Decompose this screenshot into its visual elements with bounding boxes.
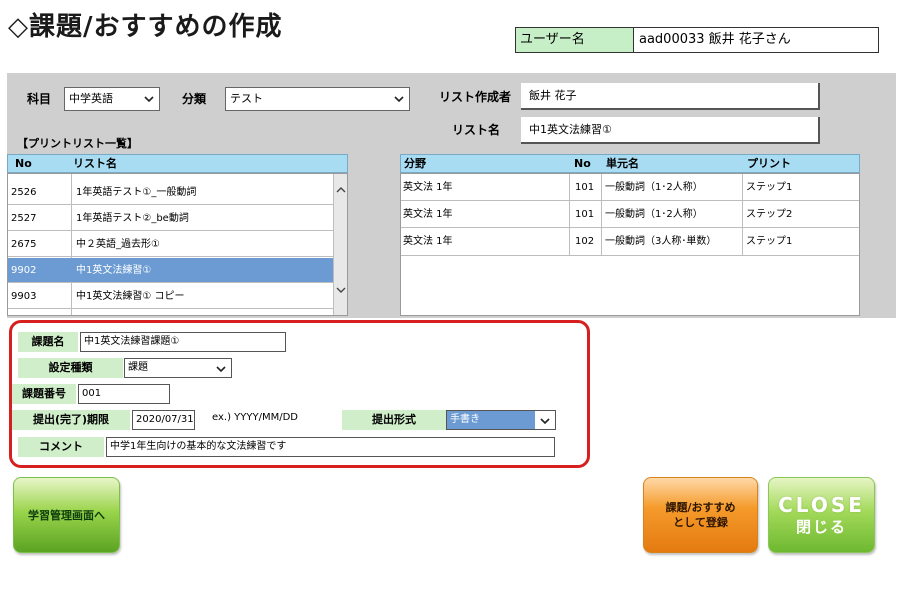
learning-management-label: 学習管理画面へ — [28, 509, 105, 522]
deadline-label: 提出(完了)期限 — [12, 410, 130, 430]
user-info-box: ユーザー名 aad00033 飯井 花子さん — [515, 27, 879, 53]
chevron-down-icon — [143, 92, 155, 106]
table-row[interactable]: 英文法 1年 101 一般動詞（1･2人称） ステップ2 — [401, 201, 859, 228]
setting-type-value: 課題 — [128, 362, 148, 373]
col-no: No — [15, 157, 32, 170]
setting-type-select[interactable]: 課題 — [124, 358, 232, 378]
category-value: テスト — [230, 92, 263, 105]
close-label-jp: 閉じる — [795, 518, 847, 536]
list-name-value: 中1英文法練習① — [521, 117, 820, 144]
list-creator-value: 飯井 花子 — [521, 83, 820, 110]
subject-label: 科目 — [27, 92, 52, 106]
learning-management-button[interactable]: 学習管理画面へ — [13, 477, 120, 553]
task-title-label: 課題名 — [18, 332, 78, 352]
category-label: 分類 — [182, 92, 207, 106]
chevron-down-icon — [539, 414, 551, 428]
register-label-line1: 課題/おすすめ — [665, 501, 736, 514]
table-row-selected[interactable]: 9902 中1英文法練習① — [8, 258, 334, 283]
col-field: 分野 — [404, 157, 426, 170]
chevron-down-icon — [215, 362, 227, 376]
list-scrollbar[interactable] — [333, 174, 347, 315]
register-label-line2: として登録 — [673, 516, 728, 529]
subject-select[interactable]: 中学英語 — [64, 87, 160, 111]
comment-input[interactable]: 中学1年生向けの基本的な文法練習です — [106, 437, 555, 457]
table-row[interactable]: 英文法 1年 101 一般動詞（1･2人称） ステップ1 — [401, 174, 859, 201]
user-label: ユーザー名 — [516, 28, 634, 52]
close-label-en: CLOSE — [778, 493, 865, 517]
user-value: aad00033 飯井 花子さん — [639, 32, 791, 47]
close-button[interactable]: CLOSE 閉じる — [768, 477, 875, 553]
col-list-name: リスト名 — [73, 157, 117, 170]
list-name-label: リスト名 — [452, 123, 501, 137]
list-creator-label: リスト作成者 — [439, 90, 512, 104]
unit-table-header: 分野 No 単元名 プリント — [400, 154, 860, 173]
comment-label: コメント — [18, 437, 104, 457]
register-button[interactable]: 課題/おすすめ として登録 — [643, 477, 758, 553]
scroll-down-icon[interactable] — [334, 284, 348, 298]
col-no: No — [574, 157, 591, 170]
table-row[interactable]: 2675 中２英語_過去形① — [8, 232, 347, 257]
print-list-title: 【プリントリスト一覧】 — [17, 137, 138, 150]
print-list-table: 2526 1年英語テスト①_一般動詞 2527 1年英語テスト②_be動詞 26… — [7, 173, 348, 316]
chevron-down-icon — [393, 92, 405, 106]
category-select[interactable]: テスト — [225, 87, 410, 111]
scroll-up-icon[interactable] — [334, 184, 348, 198]
table-row[interactable]: 2526 1年英語テスト①_一般動詞 — [8, 180, 347, 205]
task-form: 課題名 中1英文法練習課題① 設定種類 課題 課題番号 001 提出(完了)期限… — [9, 320, 590, 468]
table-row[interactable]: 2527 1年英語テスト②_be動詞 — [8, 206, 347, 231]
task-number-input[interactable]: 001 — [78, 384, 170, 404]
table-row[interactable]: 英文法 1年 102 一般動詞（3人称･単数） ステップ1 — [401, 228, 859, 256]
print-list-header: No リスト名 — [7, 154, 348, 173]
submit-format-label: 提出形式 — [342, 410, 446, 430]
col-unit: 単元名 — [606, 157, 639, 170]
submit-format-select[interactable]: 手書き — [446, 410, 556, 430]
col-print: プリント — [747, 157, 791, 170]
unit-table: 英文法 1年 101 一般動詞（1･2人称） ステップ1 英文法 1年 101 … — [400, 173, 860, 316]
table-row[interactable]: 9903 中1英文法練習① コピー — [8, 284, 347, 309]
deadline-input[interactable]: 2020/07/31 — [132, 410, 195, 430]
task-number-label: 課題番号 — [12, 384, 76, 404]
deadline-hint: ex.) YYYY/MM/DD — [212, 412, 298, 423]
task-title-input[interactable]: 中1英文法練習課題① — [80, 332, 286, 352]
page-title: ◇課題/おすすめの作成 — [8, 12, 283, 42]
setting-type-label: 設定種類 — [18, 358, 123, 378]
submit-format-value: 手書き — [447, 411, 535, 429]
subject-value: 中学英語 — [69, 92, 113, 105]
